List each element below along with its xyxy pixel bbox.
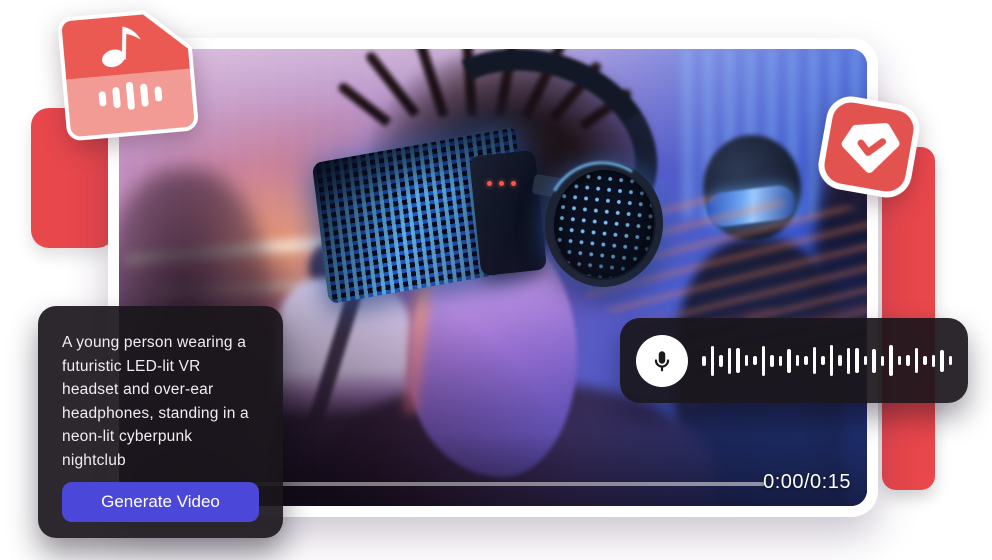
prompt-panel: A young person wearing a futuristic LED-… [38, 306, 283, 538]
audio-waveform [702, 345, 952, 376]
equalizer-bars [89, 74, 172, 117]
page: 0:00/0:15 A young person wearing a futur… [0, 0, 992, 560]
prompt-text: A young person wearing a futuristic LED-… [62, 331, 259, 472]
premium-sticker [812, 90, 926, 204]
audio-waveform-pill [620, 318, 968, 403]
microphone-button[interactable] [636, 335, 688, 387]
generate-video-button[interactable]: Generate Video [62, 482, 259, 522]
music-sticker [57, 6, 199, 141]
time-display: 0:00/0:15 [763, 471, 851, 494]
microphone-icon [649, 348, 675, 374]
